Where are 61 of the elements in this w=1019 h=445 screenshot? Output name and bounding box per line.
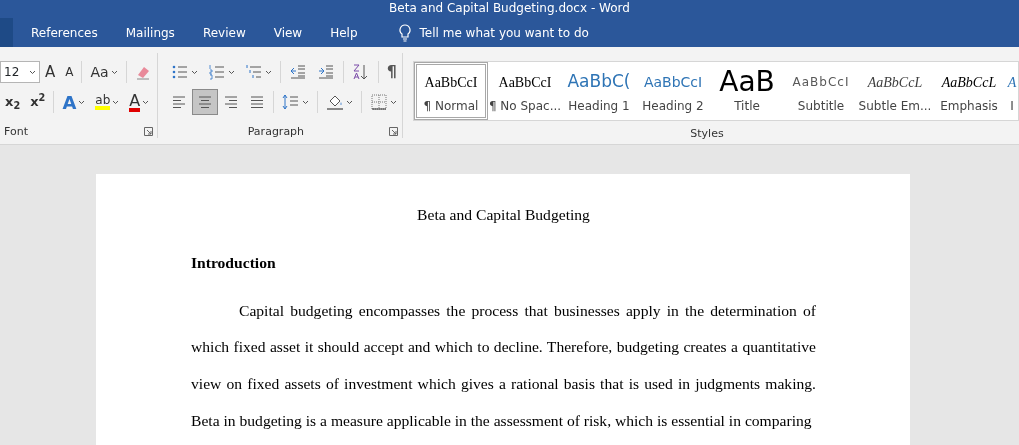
case-button[interactable]: Aa [85, 59, 123, 85]
caret-icon [389, 99, 397, 105]
ribbon-tab[interactable]: References [17, 18, 112, 47]
sort-icon [351, 63, 370, 81]
group-label: Paragraph [246, 125, 306, 138]
caret-icon [301, 99, 309, 105]
caret-icon [142, 99, 150, 105]
ribbon-tab[interactable]: Review [188, 18, 260, 47]
ribbon-tab[interactable]: Mailings [111, 18, 189, 47]
style-gallery-item[interactable]: AaBbCcI Heading 2 [636, 62, 710, 120]
align-left-icon [170, 94, 187, 110]
style-gallery-item[interactable]: A I [1006, 62, 1018, 120]
superscript-button[interactable]: x$^{2}$ [25, 89, 51, 115]
align-justify-icon [248, 94, 265, 110]
dialog-launcher-icon [389, 127, 398, 136]
dialog-launcher-icon [143, 127, 153, 136]
shrink-button[interactable]: A [60, 59, 79, 85]
bullets-icon [170, 63, 189, 81]
style-gallery-item[interactable]: AaBbCcI ¶ No Spac... [488, 62, 562, 120]
tell-me-search[interactable]: Tell me what you want to do [419, 23, 589, 42]
style-gallery-item[interactable]: AaBbCcI Subtitle [784, 62, 858, 120]
pilcrow-button[interactable]: ¶ [381, 59, 402, 85]
document-title: Beta and Capital Budgeting [417, 206, 590, 223]
caret-icon [345, 99, 353, 105]
ribbon-tab[interactable]: View [259, 18, 317, 47]
group-label: Styles [689, 127, 725, 140]
section-heading: Introduction [191, 253, 276, 271]
paint-bucket-icon [325, 93, 344, 111]
caret-icon [190, 69, 198, 75]
numbering-icon [207, 63, 226, 81]
multilevel-list-icon [244, 63, 263, 81]
align-center-button[interactable] [191, 89, 218, 115]
ribbon-tab[interactable]: Help [316, 18, 372, 47]
caret-icon [29, 69, 36, 75]
align-right-icon [222, 94, 239, 110]
caret-icon [112, 99, 120, 105]
style-gallery-item[interactable]: AaBbCcL Subtle Em... [858, 62, 932, 120]
eraser-icon [134, 64, 151, 80]
align-center-icon [196, 94, 213, 110]
font-size-field[interactable]: 12 [0, 61, 40, 83]
caret-icon [264, 69, 272, 75]
increase-indent-icon [316, 63, 335, 81]
body-paragraph: Capital budgeting encompasses the process that businesses apply in the determination of which fixed asset it should accept and which to decline. Therefore, budgeting creates a quantitative view on fixed assets of investment which gives a rational basis that is used in judgments making. Beta in budgeting is a measure applicable in the assessment of risk, which is essential in comparing [191, 300, 816, 431]
decrease-indent-icon [288, 63, 307, 81]
style-gallery-item[interactable]: AaBbCcI ¶ Normal [414, 62, 488, 120]
caret-icon [78, 99, 86, 105]
lightbulb-icon [397, 23, 412, 42]
caret-icon [110, 69, 118, 75]
style-gallery-item[interactable]: AaBbCcL Emphasis [932, 62, 1006, 120]
line-spacing-icon [281, 93, 300, 111]
grow-button[interactable]: A [40, 59, 61, 85]
window-title: Beta and Capital Budgeting.docx - Word [389, 0, 630, 17]
caret-icon [227, 69, 235, 75]
style-gallery-item[interactable]: AaBbC( Heading 1 [562, 62, 636, 120]
highlight-button[interactable]: ab [90, 89, 125, 115]
borders-icon [369, 93, 388, 111]
style-gallery-item[interactable]: AaB Title [710, 62, 784, 120]
subscript-button[interactable]: x$_{2}$ [0, 89, 26, 115]
effects-button[interactable]: A [57, 89, 91, 115]
group-label: Font [3, 125, 29, 138]
color-button[interactable]: A [124, 89, 155, 115]
